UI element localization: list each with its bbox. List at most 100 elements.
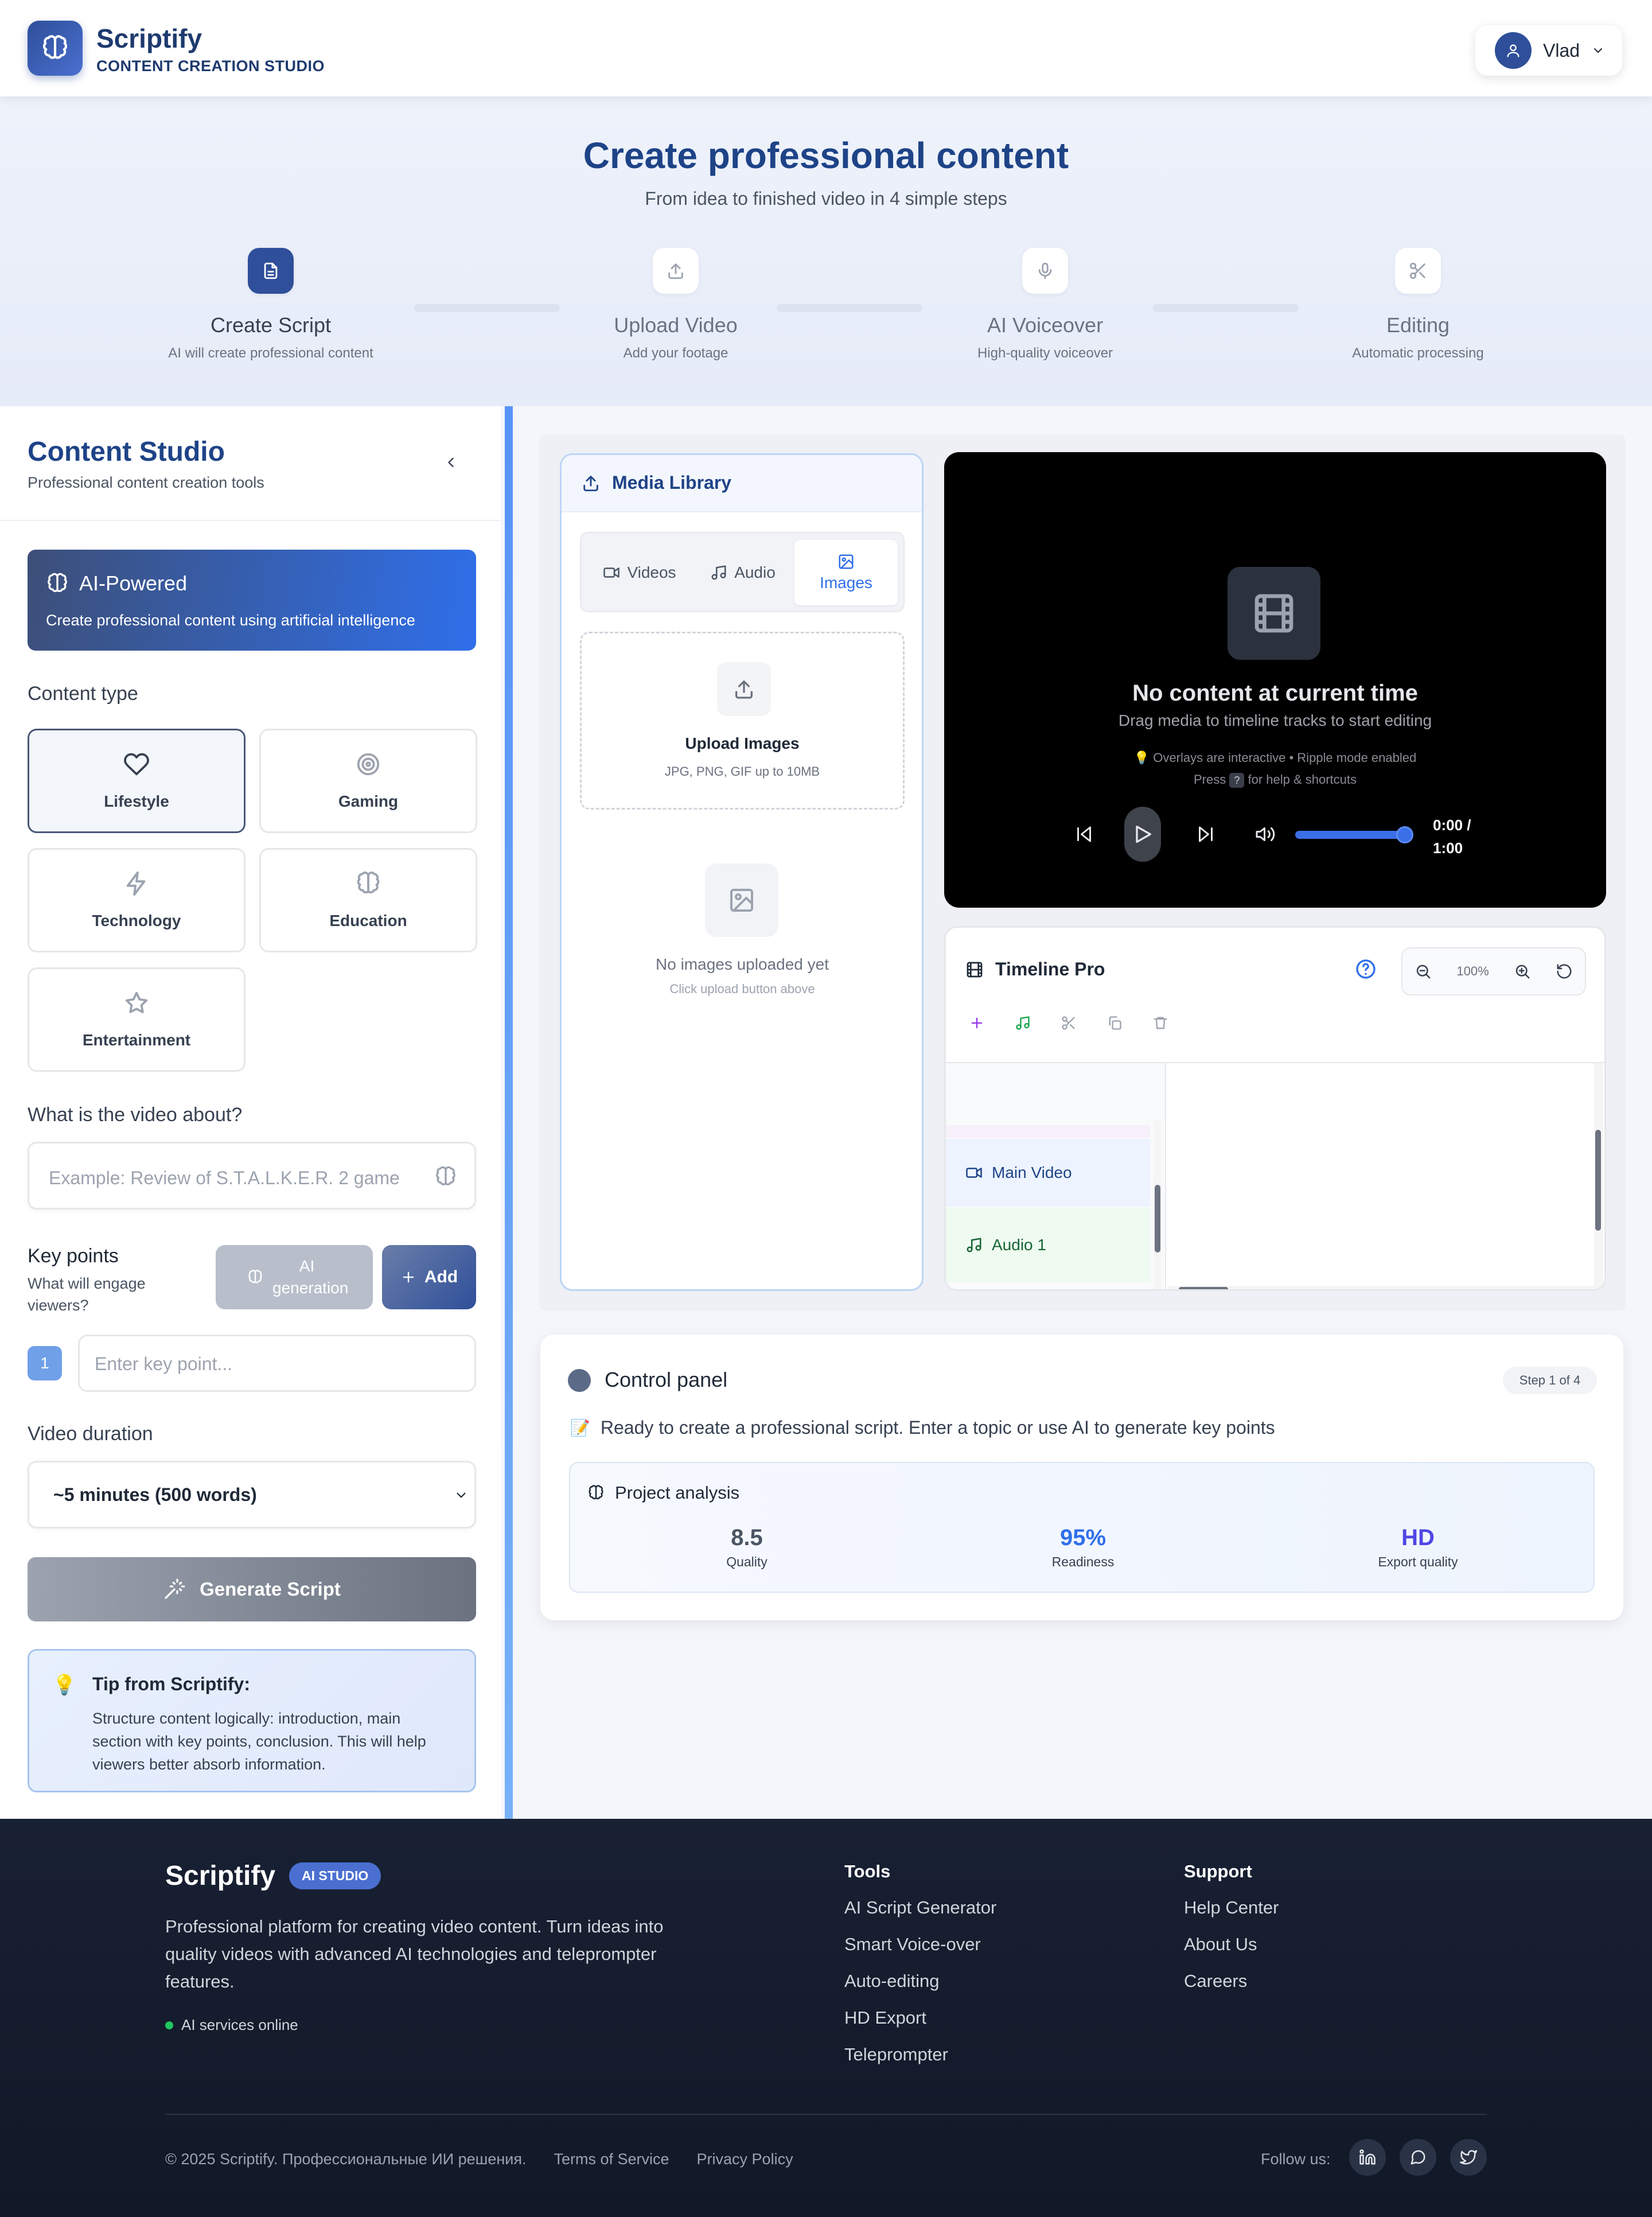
plus-icon [971, 1017, 983, 1029]
brain-icon [357, 872, 380, 894]
volume-slider[interactable] [1295, 831, 1408, 839]
horizontal-scrollbar[interactable] [1167, 1286, 1594, 1289]
collapse-panel-button[interactable] [439, 451, 462, 474]
chevron-left-icon [448, 457, 454, 468]
track-label: Audio 1 [992, 1236, 1046, 1254]
step-editing[interactable]: Editing Automatic processing [1269, 248, 1567, 361]
volume-button[interactable] [1253, 822, 1278, 847]
track-scrollbar-thumb[interactable] [1155, 1185, 1160, 1253]
reset-icon[interactable] [1556, 963, 1573, 980]
generate-script-button[interactable]: Generate Script [28, 1557, 476, 1621]
topic-input[interactable]: Example: Review of S.T.A.L.K.E.R. 2 game [28, 1142, 476, 1209]
zoom-in-icon[interactable] [1514, 963, 1531, 980]
project-analysis-card: Project analysis 8.5 Quality 95% Readine… [569, 1462, 1595, 1593]
metric-value: HD [1401, 1525, 1435, 1550]
metric-value: 95% [1059, 1525, 1106, 1550]
timeline-heading: Timeline Pro [965, 959, 1105, 980]
user-menu-button[interactable]: Vlad [1475, 25, 1622, 76]
ai-powered-title: AI-Powered [79, 571, 188, 595]
control-panel: Control panel Step 1 of 4 📝 Ready to cre… [540, 1335, 1623, 1620]
chevron-down-icon [457, 1492, 466, 1498]
ai-powered-desc: Create professional content using artifi… [46, 612, 415, 629]
footer-link[interactable]: Careers [1184, 1970, 1279, 1992]
step-ai-voiceover[interactable]: AI Voiceover High-quality voiceover [896, 248, 1194, 361]
content-type-gaming[interactable]: Gaming [259, 729, 477, 833]
volume-slider-handle[interactable] [1396, 826, 1413, 843]
content-type-technology[interactable]: Technology [28, 848, 246, 952]
target-icon [357, 753, 380, 776]
brain-icon [48, 573, 67, 592]
magic-wand-icon [165, 1578, 185, 1599]
footer-link[interactable]: Teleprompter [844, 2044, 996, 2066]
message-circle-icon [1411, 2150, 1425, 2165]
track-main-video[interactable]: Main Video [946, 1139, 1150, 1207]
upload-icon [583, 475, 598, 491]
tab-label: Videos [627, 563, 676, 581]
chat-button[interactable] [1400, 2139, 1436, 2176]
footer-link[interactable]: Help Center [1184, 1897, 1279, 1919]
duration-select[interactable]: ~5 minutes (500 words) [28, 1461, 476, 1528]
footer-link[interactable]: Smart Voice-over [844, 1934, 996, 1955]
step-title: Upload Video [614, 313, 738, 337]
upload-title: Upload Images [685, 734, 800, 752]
timeline-scrollbar-thumb[interactable] [1595, 1130, 1601, 1231]
upload-hint: JPG, PNG, GIF up to 10MB [664, 764, 820, 779]
user-avatar-icon [1495, 32, 1532, 69]
add-audio-button[interactable] [1011, 1012, 1034, 1034]
skip-forward-button[interactable] [1193, 822, 1218, 847]
footer-link[interactable]: HD Export [844, 2007, 996, 2029]
scissors-icon [1062, 1016, 1075, 1030]
step-desc: Add your footage [623, 345, 728, 361]
studio-subtitle: Professional content creation tools [28, 474, 264, 491]
linkedin-button[interactable] [1349, 2139, 1386, 2176]
track-audio-1[interactable]: Audio 1 [946, 1208, 1150, 1282]
tab-audio[interactable]: Audio [691, 540, 794, 605]
ai-powered-banner: AI-Powered Create professional content u… [28, 550, 476, 651]
step-upload-video[interactable]: Upload Video Add your footage [527, 248, 825, 361]
video-player[interactable]: No content at current time Drag media to… [944, 452, 1606, 908]
metric-export-quality: HD Export quality [1332, 1525, 1504, 1570]
duplicate-button[interactable] [1103, 1012, 1126, 1034]
content-type-education[interactable]: Education [259, 848, 477, 952]
twitter-button[interactable] [1450, 2139, 1487, 2176]
brand-name[interactable]: Scriptify [96, 23, 202, 54]
memo-icon: 📝 [570, 1419, 590, 1437]
play-button[interactable] [1124, 807, 1161, 862]
content-type-label: Education [329, 912, 407, 929]
tip-text: Structure content logically: introductio… [92, 1710, 426, 1773]
delete-button[interactable] [1149, 1012, 1172, 1034]
horizontal-scrollbar-thumb[interactable] [1179, 1287, 1228, 1289]
add-track-button[interactable] [965, 1012, 988, 1034]
key-point-input[interactable]: Enter key point... [78, 1335, 476, 1392]
tip-title: Tip from Scriptify: [92, 1674, 250, 1694]
ai-generation-button[interactable]: AI generation [216, 1245, 373, 1309]
tab-images[interactable]: Images [794, 540, 898, 605]
skip-back-icon [1077, 826, 1091, 842]
tab-videos[interactable]: Videos [588, 540, 691, 605]
terms-link[interactable]: Terms of Service [554, 2150, 669, 2168]
skip-back-button[interactable] [1072, 822, 1097, 847]
brain-icon [248, 1270, 262, 1283]
footer-brand: Scriptify AI STUDIO [165, 1860, 381, 1892]
footer-link[interactable]: Auto-editing [844, 1970, 996, 1992]
footer-link[interactable]: AI Script Generator [844, 1897, 996, 1919]
privacy-link[interactable]: Privacy Policy [697, 2150, 793, 2168]
split-button[interactable] [1057, 1012, 1080, 1034]
media-tabs: Videos Audio Images [580, 532, 905, 612]
project-analysis-title: Project analysis [615, 1483, 740, 1503]
help-button[interactable] [1354, 958, 1377, 981]
chevron-down-icon [1594, 48, 1603, 53]
upload-dropzone[interactable]: Upload Images JPG, PNG, GIF up to 10MB [580, 632, 905, 810]
music-note-icon [967, 1238, 981, 1253]
zoom-out-icon[interactable] [1415, 963, 1432, 980]
add-key-point-button[interactable]: Add [382, 1245, 476, 1309]
brain-logo-icon[interactable] [28, 21, 83, 76]
footer: Scriptify AI STUDIO Professional platfor… [0, 1819, 1652, 2217]
upload-icon [653, 248, 699, 294]
brain-icon[interactable] [434, 1165, 457, 1188]
footer-link[interactable]: About Us [1184, 1934, 1279, 1955]
content-type-lifestyle[interactable]: Lifestyle [28, 729, 246, 833]
media-library-header: Media Library [562, 455, 922, 512]
step-create-script[interactable]: Create Script AI will create professiona… [122, 248, 420, 361]
content-type-entertainment[interactable]: Entertainment [28, 967, 246, 1072]
